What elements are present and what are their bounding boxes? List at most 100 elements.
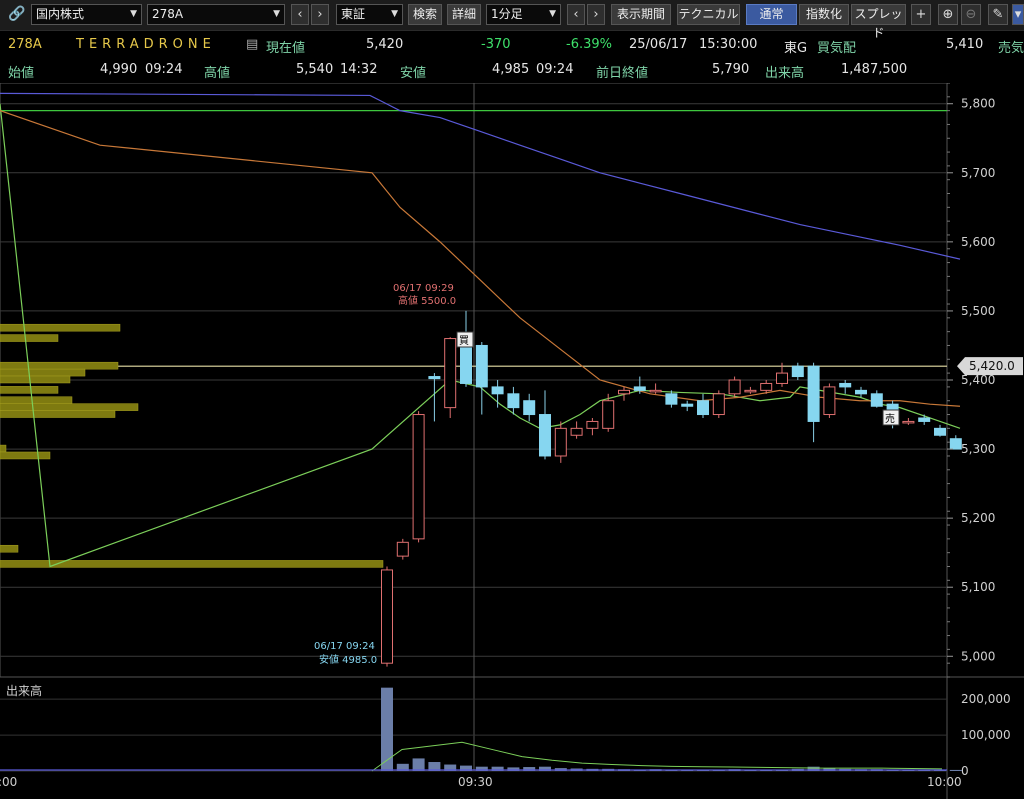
volume-profile-bar xyxy=(0,451,51,460)
low-annotation-date: 06/17 09:24 xyxy=(314,641,375,652)
volume-profile-bar xyxy=(0,361,119,370)
high-time: 14:32 xyxy=(340,62,378,77)
dropdown-icon[interactable]: ▾ xyxy=(1012,4,1024,25)
price-tick-label: 5,300 xyxy=(961,442,995,456)
plus-icon[interactable]: + xyxy=(911,4,931,25)
exchange-select[interactable]: 東証 ▼ xyxy=(336,4,403,25)
volume-moving-average xyxy=(371,741,943,772)
normal-mode-button[interactable]: 通常 xyxy=(746,4,797,25)
detail-button[interactable]: 詳細 xyxy=(447,4,481,25)
candle-body xyxy=(475,344,488,388)
price-tick-label: 5,000 xyxy=(961,649,995,663)
volume-profile-bar xyxy=(0,410,116,418)
candle-body xyxy=(728,379,741,395)
open-time: 09:24 xyxy=(145,62,183,77)
display-period-button[interactable]: 表示期間 xyxy=(611,4,671,25)
high-annotation-date: 06/17 09:29 xyxy=(393,283,454,294)
price-chart[interactable]: 5,8005,7005,6005,5005,4005,3005,2005,100… xyxy=(0,83,1024,799)
candle-body xyxy=(618,389,630,395)
candle-body xyxy=(823,386,836,416)
volume-value: 1,487,500 xyxy=(841,62,908,77)
volume-profile-bar xyxy=(0,403,139,411)
price-tick-label: 5,200 xyxy=(961,511,995,525)
volume-tick-label: 100,000 xyxy=(961,728,1011,742)
link-icon[interactable]: 🔗 xyxy=(8,6,25,27)
search-button[interactable]: 検索 xyxy=(408,4,442,25)
annotations: 06/17 09:29高値 5500.0 06/17 09:24安値 4985.0… xyxy=(314,283,900,666)
next-period-button[interactable]: › xyxy=(587,4,605,25)
candle-body xyxy=(855,389,867,395)
current-price-value: 5,420 xyxy=(366,37,404,52)
candle-body xyxy=(554,427,567,457)
volume-bar xyxy=(412,758,425,771)
candle-body xyxy=(507,393,520,409)
zoom-out-icon[interactable]: ⊖ xyxy=(961,4,981,25)
volume-profile-bar xyxy=(0,323,121,332)
volume-profile-bar xyxy=(0,368,86,377)
technical-button[interactable]: テクニカル xyxy=(677,4,740,25)
toolbar: 🔗 国内株式 ▼ 278A ▼ ‹ › 東証 ▼ 検索 詳細 1分足 ▼ ‹ › 表示期… xyxy=(0,0,1024,40)
quote-row-secondary: 始値 4,990 09:24 高値 5,540 14:32 安値 4,985 0… xyxy=(0,57,1024,83)
chevron-down-icon: ▼ xyxy=(130,9,137,19)
volume-profile-bar xyxy=(0,375,71,384)
candle-body xyxy=(760,382,773,391)
candle-body xyxy=(681,403,694,407)
pencil-icon[interactable]: ✎ xyxy=(988,4,1008,25)
time-tick-label: :00 xyxy=(0,775,17,789)
volume-profile-bar xyxy=(0,334,59,342)
candle-body xyxy=(870,393,883,407)
next-symbol-button[interactable]: › xyxy=(311,4,329,25)
sell-marker: 売 xyxy=(885,412,895,425)
quote-name: TERRADRONE xyxy=(76,37,216,52)
candle-body xyxy=(934,427,946,436)
volume-profile-bar xyxy=(0,444,7,453)
prev-period-button[interactable]: ‹ xyxy=(567,4,585,25)
time-tick-label: 10:00 xyxy=(927,775,962,789)
candle-body xyxy=(602,400,615,429)
symbol-input[interactable]: 278A ▼ xyxy=(147,4,285,25)
low-time: 09:24 xyxy=(536,62,574,77)
volume-profile xyxy=(0,323,384,568)
candle-body xyxy=(902,420,915,424)
price-tick-label: 5,700 xyxy=(961,166,995,180)
candle-body xyxy=(649,389,662,393)
spread-mode-button[interactable]: スプレッド xyxy=(851,4,906,40)
time-axis: :00 09:30 10:00 xyxy=(0,775,962,789)
volume-pane: 出来高 200,000 100,000 0 xyxy=(0,683,1011,778)
volume-label: 出来高 xyxy=(765,66,805,81)
bid-value: 5,410 xyxy=(946,37,984,52)
high-label: 高値 xyxy=(204,66,231,81)
candle-body xyxy=(712,393,725,416)
buy-marker: 買 xyxy=(459,335,469,347)
price-axis: 5,8005,7005,6005,5005,4005,3005,2005,100… xyxy=(947,83,1023,678)
price-tick-label: 5,500 xyxy=(961,304,995,318)
ask-label: 売気 xyxy=(998,41,1024,56)
candlesticks xyxy=(381,310,962,667)
time-tick-label: 09:30 xyxy=(458,775,493,789)
market-select[interactable]: 国内株式 ▼ xyxy=(31,4,142,25)
prev-symbol-button[interactable]: ‹ xyxy=(291,4,309,25)
high-annotation-value: 高値 5500.0 xyxy=(398,294,456,307)
candle-body xyxy=(776,372,788,384)
quote-date: 25/06/17 xyxy=(629,37,688,52)
candle-body xyxy=(791,365,804,378)
volume-tick-label: 200,000 xyxy=(961,692,1011,706)
candle-body xyxy=(949,438,962,450)
volume-profile-bar xyxy=(0,396,73,404)
candle-body xyxy=(381,569,393,664)
candle-body xyxy=(665,393,678,405)
memo-icon[interactable]: ▤ xyxy=(246,37,258,52)
candle-body xyxy=(570,427,583,436)
market-value: 東G xyxy=(784,41,808,56)
moving-averages xyxy=(0,92,961,568)
candle-body xyxy=(412,414,425,540)
volume-profile-bar xyxy=(0,386,59,394)
open-label: 始値 xyxy=(8,66,35,81)
interval-select[interactable]: 1分足 ▼ xyxy=(486,4,561,25)
price-tick-label: 5,800 xyxy=(961,97,995,111)
change-pct-value: -6.39% xyxy=(566,37,612,52)
open-value: 4,990 xyxy=(100,62,138,77)
index-mode-button[interactable]: 指数化 xyxy=(799,4,849,25)
candle-body xyxy=(428,376,441,380)
zoom-in-icon[interactable]: ⊕ xyxy=(938,4,958,25)
